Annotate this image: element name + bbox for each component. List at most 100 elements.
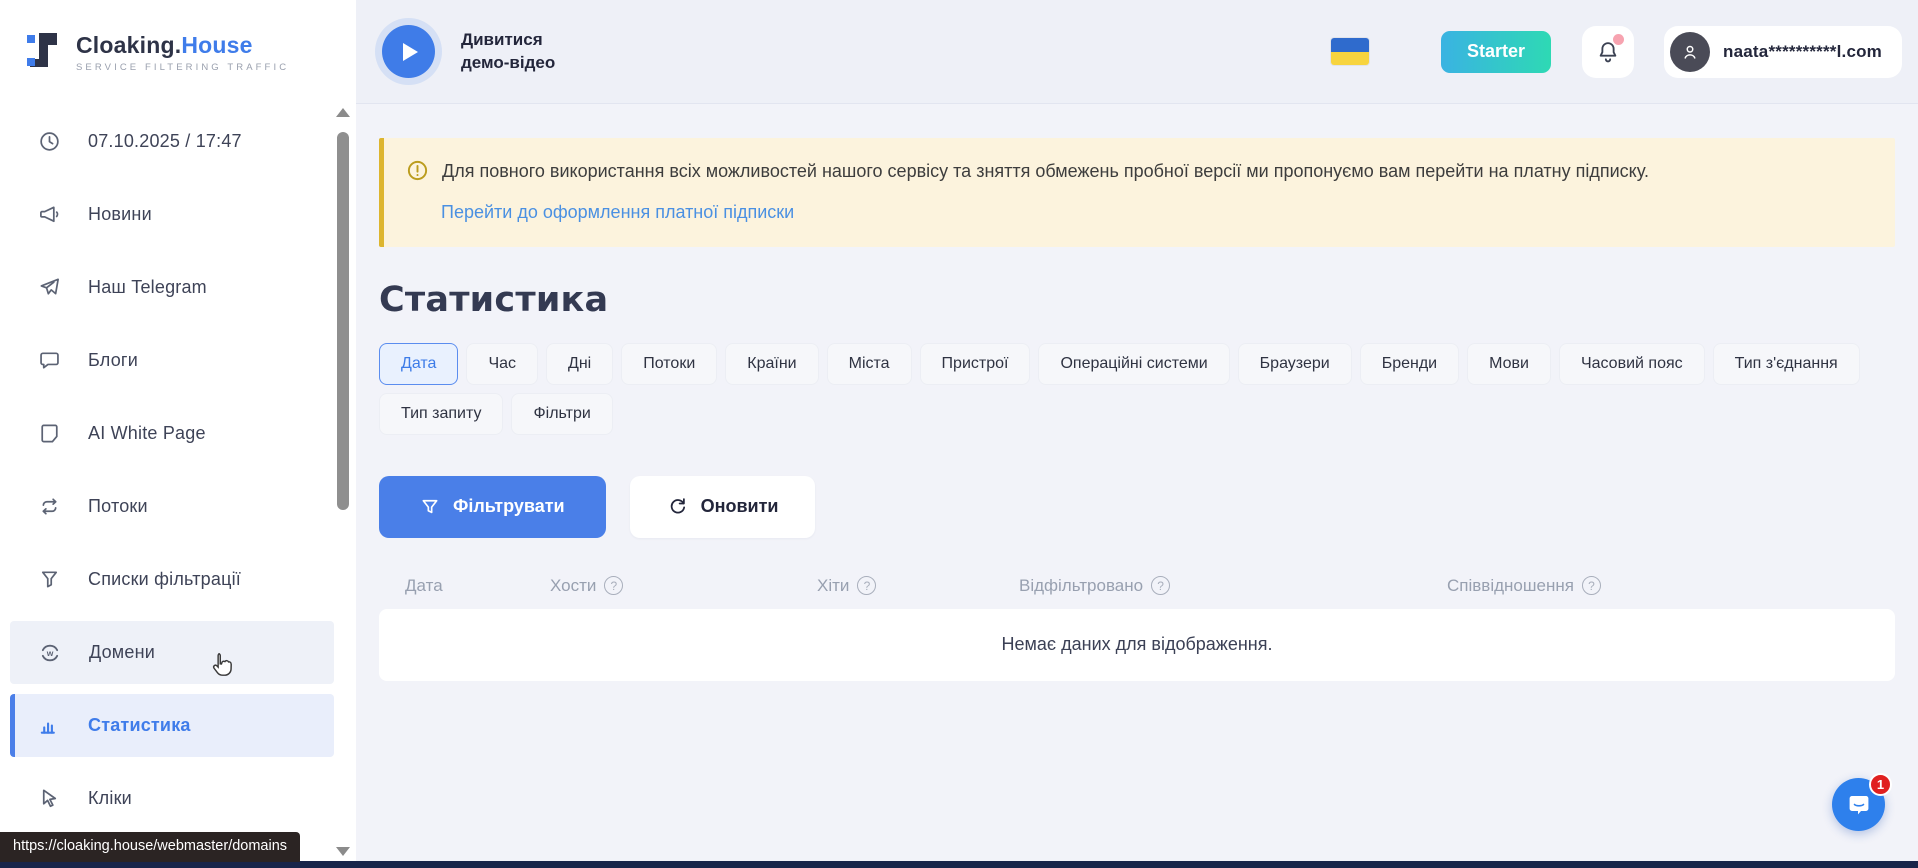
sidebar-item-blogs[interactable]: Блоги bbox=[10, 329, 334, 392]
column-label: Дата bbox=[405, 576, 443, 596]
refresh-button[interactable]: Оновити bbox=[630, 476, 816, 538]
sidebar-scrollbar bbox=[334, 108, 352, 856]
help-icon[interactable]: ? bbox=[857, 576, 876, 595]
sidebar-item-label: Блоги bbox=[88, 350, 138, 371]
filter-chip-10[interactable]: Бренди bbox=[1360, 343, 1459, 385]
sidebar-item-label: Потоки bbox=[88, 496, 148, 517]
status-bar-url: https://cloaking.house/webmaster/domains bbox=[0, 832, 300, 862]
help-icon[interactable]: ? bbox=[1151, 576, 1170, 595]
sidebar-item-filter-lists[interactable]: Списки фільтрації bbox=[10, 548, 334, 611]
app-window: Cloaking.House SERVICE FILTERING TRAFFIC… bbox=[0, 0, 1918, 868]
sidebar-item-label: Кліки bbox=[88, 788, 132, 809]
filter-chip-4[interactable]: Потоки bbox=[621, 343, 717, 385]
clock-icon bbox=[38, 130, 61, 153]
main-area: Дивитися демо-відео Starter bbox=[356, 0, 1918, 868]
action-buttons: Фільтрувати Оновити bbox=[379, 476, 1895, 538]
upgrade-subscription-link[interactable]: Перейти до оформлення платної підписки bbox=[441, 202, 794, 223]
scroll-down-arrow[interactable] bbox=[336, 847, 350, 856]
help-icon[interactable]: ? bbox=[1582, 576, 1601, 595]
filter-chip-15[interactable]: Фільтри bbox=[511, 393, 612, 435]
chat-unread-badge: 1 bbox=[1869, 773, 1892, 796]
column-header-filtered: Відфільтровано ? bbox=[1019, 576, 1447, 596]
help-icon[interactable]: ? bbox=[604, 576, 623, 595]
scroll-up-arrow[interactable] bbox=[336, 108, 350, 117]
bar-chart-icon bbox=[38, 714, 61, 737]
filter-chip-14[interactable]: Тип запиту bbox=[379, 393, 503, 435]
window-bottom-edge bbox=[0, 861, 1918, 868]
filter-chip-6[interactable]: Міста bbox=[827, 343, 912, 385]
filter-chip-8[interactable]: Операційні системи bbox=[1038, 343, 1229, 385]
sidebar-item-statistics[interactable]: Статистика bbox=[10, 694, 334, 757]
user-email: naata**********l.com bbox=[1723, 42, 1882, 62]
megaphone-icon bbox=[38, 203, 61, 226]
filter-chip-12[interactable]: Часовий пояс bbox=[1559, 343, 1705, 385]
plan-starter-button[interactable]: Starter bbox=[1441, 31, 1551, 73]
trial-warning-banner: Для повного використання всіх можливосте… bbox=[379, 138, 1895, 247]
funnel-icon bbox=[38, 568, 61, 591]
top-bar-right: Starter naata**********l.com bbox=[1331, 26, 1902, 78]
user-account-button[interactable]: naata**********l.com bbox=[1664, 26, 1902, 78]
sidebar-item-telegram[interactable]: Наш Telegram bbox=[10, 256, 334, 319]
notification-dot bbox=[1613, 34, 1624, 45]
avatar bbox=[1670, 32, 1710, 72]
demo-label-line1: Дивитися bbox=[461, 29, 555, 52]
column-label: Хіти bbox=[817, 576, 849, 596]
sidebar-item-label: Списки фільтрації bbox=[88, 569, 241, 590]
sidebar-item-clicks[interactable]: Кліки bbox=[10, 767, 334, 830]
warning-icon bbox=[406, 159, 429, 182]
banner-text: Для повного використання всіх можливосте… bbox=[442, 159, 1649, 185]
filter-chip-3[interactable]: Дні bbox=[546, 343, 613, 385]
play-demo-button[interactable] bbox=[382, 25, 435, 78]
filter-chip-5[interactable]: Країни bbox=[725, 343, 818, 385]
flag-blue-stripe bbox=[1331, 38, 1369, 52]
filter-chip-11[interactable]: Мови bbox=[1467, 343, 1551, 385]
streams-icon bbox=[38, 495, 61, 518]
sidebar-item-label: 07.10.2025 / 17:47 bbox=[88, 131, 242, 152]
telegram-icon bbox=[38, 276, 61, 299]
play-icon bbox=[403, 43, 418, 61]
filter-button[interactable]: Фільтрувати bbox=[379, 476, 606, 538]
brand-title: Cloaking.House bbox=[76, 32, 289, 59]
filter-chip-9[interactable]: Браузери bbox=[1238, 343, 1352, 385]
funnel-icon bbox=[420, 497, 440, 517]
filter-chip-1[interactable]: Дата bbox=[379, 343, 458, 385]
logo[interactable]: Cloaking.House SERVICE FILTERING TRAFFIC bbox=[0, 0, 356, 104]
page-title: Статистика bbox=[379, 280, 1895, 320]
cursor-icon bbox=[38, 787, 61, 810]
column-label: Співвідношення bbox=[1447, 576, 1574, 596]
sidebar-item-datetime[interactable]: 07.10.2025 / 17:47 bbox=[10, 110, 334, 173]
content: Для повного використання всіх можливосте… bbox=[356, 104, 1918, 868]
sidebar-item-label: Наш Telegram bbox=[88, 277, 207, 298]
filter-chips: ДатаЧасДніПотокиКраїниМістаПристроїОпера… bbox=[379, 343, 1895, 435]
scrollbar-thumb[interactable] bbox=[337, 132, 349, 510]
filter-chip-2[interactable]: Час bbox=[466, 343, 538, 385]
top-bar: Дивитися демо-відео Starter bbox=[356, 0, 1918, 104]
svg-text:w: w bbox=[46, 648, 54, 658]
stats-table-header: Дата Хости ? Хіти ? Відфільтровано ? Спі… bbox=[379, 576, 1895, 596]
sidebar-item-label: Статистика bbox=[88, 715, 191, 736]
column-header-ratio: Співвідношення ? bbox=[1447, 576, 1895, 596]
demo-video-link[interactable]: Дивитися демо-відео bbox=[382, 25, 555, 78]
brand-dark-part: Cloaking. bbox=[76, 32, 181, 58]
column-header-date: Дата bbox=[379, 576, 550, 596]
refresh-button-label: Оновити bbox=[701, 496, 779, 517]
sidebar-item-domains[interactable]: w Домени bbox=[10, 621, 334, 684]
filter-chip-13[interactable]: Тип з'єднання bbox=[1713, 343, 1860, 385]
demo-label-line2: демо-відео bbox=[461, 52, 555, 75]
column-label: Відфільтровано bbox=[1019, 576, 1143, 596]
brand-subtitle: SERVICE FILTERING TRAFFIC bbox=[76, 62, 289, 73]
chat-widget-button[interactable]: 1 bbox=[1832, 778, 1885, 831]
domains-icon: w bbox=[38, 641, 62, 665]
person-icon bbox=[1679, 41, 1701, 63]
sidebar-item-news[interactable]: Новини bbox=[10, 183, 334, 246]
filter-chip-7[interactable]: Пристрої bbox=[920, 343, 1031, 385]
sidebar-item-streams[interactable]: Потоки bbox=[10, 475, 334, 538]
sidebar-menu: 07.10.2025 / 17:47 Новини Наш Telegram Б… bbox=[0, 104, 334, 830]
demo-video-label: Дивитися демо-відео bbox=[461, 29, 555, 75]
sidebar-item-ai-white-page[interactable]: AI White Page bbox=[10, 402, 334, 465]
notifications-button[interactable] bbox=[1582, 26, 1634, 78]
column-header-hits: Хіти ? bbox=[817, 576, 1019, 596]
language-flag-ukraine[interactable] bbox=[1331, 38, 1369, 65]
page-icon bbox=[38, 422, 61, 445]
brand-accent-part: House bbox=[181, 32, 252, 58]
